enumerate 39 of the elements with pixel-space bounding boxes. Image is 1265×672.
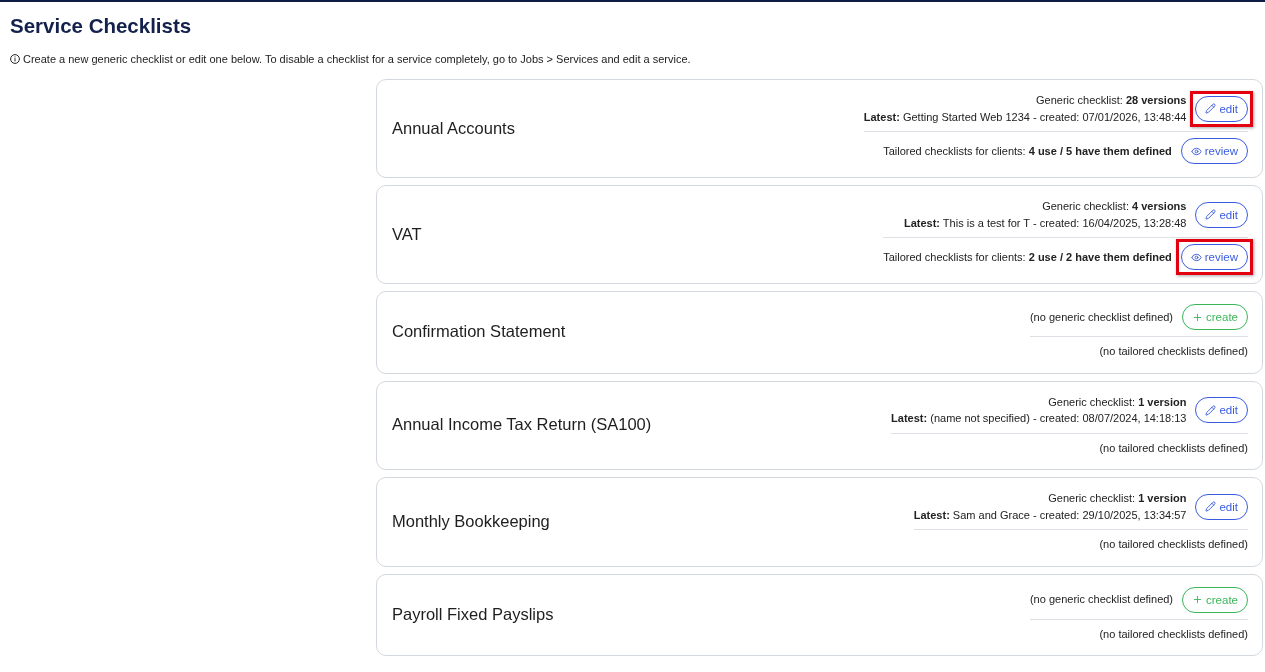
generic-checklist-text: Generic checklist: 1 version	[1048, 394, 1187, 410]
pencil-icon	[1205, 103, 1217, 114]
pencil-icon	[1205, 404, 1217, 416]
generic-checklist-text: Latest: This is a test for T - created: 16/04/2025, 13:28:48	[903, 215, 1187, 231]
edit-button[interactable]: edit	[1195, 493, 1248, 520]
plus-icon	[1192, 594, 1204, 605]
edit-button[interactable]: edit	[1195, 201, 1248, 228]
service-name: Confirmation Statement	[392, 322, 566, 342]
page-title: Service Checklists	[10, 13, 193, 39]
tailored-checklist-text: (no tailored checklists defined)	[1099, 440, 1248, 456]
generic-checklist-text: Latest: Sam and Grace - created: 29/10/2025, 13:34:57	[913, 507, 1187, 523]
pencil-icon	[1205, 209, 1217, 220]
service-name: VAT	[392, 224, 422, 244]
generic-checklist-text: Generic checklist: 1 version	[1048, 491, 1187, 506]
info-icon	[10, 54, 20, 64]
tailored-checklist-text: (no tailored checklists defined)	[1099, 537, 1248, 552]
tailored-checklist-text: Tailored checklists for clients: 2 use / 2 have them defined	[883, 249, 1172, 265]
generic-checklist-text: (no generic checklist defined)	[1029, 309, 1174, 325]
generic-checklist-text: Latest: (name not specified) - created: 08/07/2024, 14:18:13	[891, 411, 1187, 426]
generic-checklist-text: Generic checklist: 28 versions	[1036, 93, 1187, 108]
eye-icon	[1190, 251, 1202, 263]
edit-button[interactable]: edit	[1195, 397, 1248, 423]
tailored-checklist-text: Tailored checklists for clients: 4 use / 5 have them defined	[883, 143, 1172, 159]
service-name: Payroll Fixed Payslips	[392, 604, 554, 624]
service-name: Annual Income Tax Return (SA100)	[392, 415, 652, 435]
pencil-icon	[1205, 501, 1217, 512]
generic-checklist-text: Generic checklist: 4 versions	[1042, 199, 1187, 214]
plus-icon	[1192, 311, 1204, 323]
info-text: Create a new generic checklist or edit one below. To disable a checklist for a service completely, go to Jobs > Services and edit a service.	[23, 52, 691, 66]
review-button[interactable]: review	[1180, 138, 1248, 164]
service-name: Annual Accounts	[392, 118, 515, 138]
generic-checklist-text: (no generic checklist defined)	[1029, 592, 1174, 608]
tailored-checklist-text: (no tailored checklists defined)	[1099, 626, 1248, 642]
generic-checklist-text: Latest: Getting Started Web 1234 - created: 07/01/2026, 13:48:44	[863, 109, 1187, 125]
review-button[interactable]: review	[1180, 244, 1248, 270]
service-name: Monthly Bookkeeping	[392, 511, 550, 531]
edit-button[interactable]: edit	[1195, 95, 1248, 122]
tailored-checklist-text: (no tailored checklists defined)	[1099, 344, 1248, 359]
eye-icon	[1190, 145, 1202, 157]
